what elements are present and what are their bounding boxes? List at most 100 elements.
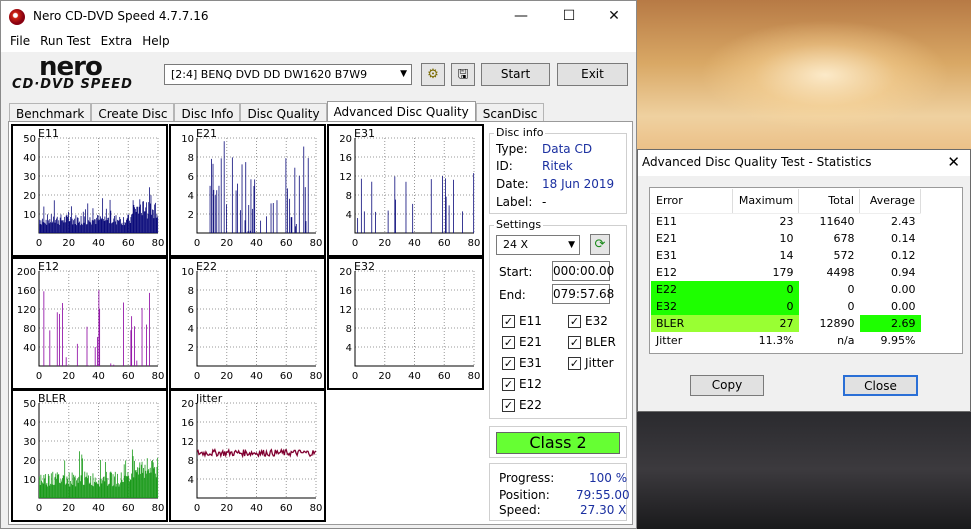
chart-title: E11: [38, 127, 59, 140]
checkbox-e22[interactable]: ✓ E22: [502, 398, 542, 412]
bar-e11: [51, 222, 53, 233]
minimize-button[interactable]: —: [498, 1, 544, 32]
bar-bler: [107, 485, 109, 498]
bar-e11: [142, 201, 144, 233]
id-value: Ritek: [542, 159, 573, 173]
bar-e11: [70, 216, 72, 233]
menu-file[interactable]: File: [5, 32, 35, 52]
start-time-input[interactable]: 000:00.00: [552, 261, 614, 281]
statistics-title-bar[interactable]: Advanced Disc Quality Test - Statistics …: [638, 150, 970, 176]
bar-e11: [139, 199, 141, 233]
tab-disc-info[interactable]: Disc Info: [174, 103, 241, 123]
disc-eject-button[interactable]: ⚙: [421, 63, 445, 86]
tab-scandisc[interactable]: ScanDisc: [475, 103, 545, 123]
check-icon: ✓: [502, 356, 515, 370]
x-tick-label: 40: [250, 371, 263, 382]
bar-e11: [72, 224, 74, 233]
chart-axes: [354, 138, 474, 234]
drive-select[interactable]: [2:4] BENQ DVD DD DW1620 B7W9 ▼: [164, 64, 412, 85]
tab-create-disc[interactable]: Create Disc: [91, 103, 175, 123]
position-value: 79:55.00: [576, 488, 630, 502]
bar-bler: [117, 483, 119, 498]
title-bar[interactable]: Nero CD-DVD Speed 4.7.7.16 — ☐ ✕: [1, 1, 636, 32]
y-tick-label: 16: [339, 286, 352, 297]
bar-e12: [110, 363, 112, 366]
bar-e11: [113, 218, 115, 233]
y-tick-label: 8: [346, 324, 352, 335]
checkbox-jitter[interactable]: ✓ Jitter: [568, 356, 614, 370]
chart-e32: 4 8 12 16 20 0 20 40 60 80 E32: [327, 257, 484, 390]
bar-e11: [111, 222, 113, 233]
chart-e22: 2 4 6 8 10 0 20 40 60 80 E22: [169, 257, 326, 390]
bar-e11: [156, 214, 158, 233]
close-icon[interactable]: ✕: [947, 153, 960, 171]
bar-e12: [62, 303, 63, 366]
bar-e11: [83, 222, 85, 233]
checkbox-bler[interactable]: ✓ BLER: [568, 335, 616, 349]
start-button[interactable]: Start: [481, 63, 550, 86]
speed-select[interactable]: 24 X ▼: [496, 235, 580, 255]
tab-disc-quality[interactable]: Disc Quality: [240, 103, 327, 123]
bar-e11: [58, 220, 60, 233]
refresh-speed-button[interactable]: ⟳: [590, 234, 610, 255]
tab-benchmark[interactable]: Benchmark: [9, 103, 92, 123]
bar-e11: [155, 202, 156, 233]
speed-label: Speed:: [499, 503, 541, 517]
menu-run-test[interactable]: Run Test: [35, 32, 95, 52]
bar-bler: [40, 474, 42, 498]
x-tick-label: 60: [280, 238, 293, 249]
copy-button[interactable]: Copy: [690, 375, 764, 396]
table-row: E11 23 11640 2.43: [656, 215, 916, 229]
bar-e11: [114, 215, 115, 233]
bar-bler: [48, 475, 50, 498]
bar-bler: [154, 466, 156, 498]
menu-extra[interactable]: Extra: [96, 32, 138, 52]
bar-e11: [104, 216, 106, 233]
x-tick-label: 0: [352, 238, 358, 249]
checkbox-e31[interactable]: ✓ E31: [502, 356, 542, 370]
y-tick-label: 40: [23, 418, 36, 429]
bar-bler: [114, 476, 115, 498]
bar-bler: [89, 482, 91, 498]
close-button[interactable]: ✕: [591, 1, 637, 32]
x-tick-label: 20: [62, 238, 75, 249]
bar-e31: [448, 205, 450, 233]
bar-e11: [97, 220, 99, 233]
close-dialog-button[interactable]: Close: [843, 375, 918, 396]
bar-e21: [266, 216, 267, 233]
bar-e11: [130, 217, 132, 233]
progress-value: 100 %: [589, 471, 628, 485]
end-time-input[interactable]: 079:57.68: [552, 284, 614, 304]
bar-e11: [141, 215, 143, 233]
bar-e12: [99, 308, 101, 366]
checkbox-e12[interactable]: ✓ E12: [502, 377, 542, 391]
bar-bler: [59, 483, 61, 498]
chart-title: E31: [354, 127, 375, 140]
checkbox-e11[interactable]: ✓ E11: [502, 314, 542, 328]
bar-e11: [149, 203, 151, 233]
bar-e11: [57, 223, 59, 233]
chevron-down-icon: ▼: [400, 69, 407, 79]
save-button[interactable]: 🖫: [451, 63, 475, 86]
menu-help[interactable]: Help: [137, 32, 174, 52]
bar-e11: [85, 224, 87, 233]
bar-e31: [445, 196, 447, 233]
checkbox-e21[interactable]: ✓ E21: [502, 335, 542, 349]
checkbox-e32[interactable]: ✓ E32: [568, 314, 608, 328]
bar-e11: [85, 209, 86, 233]
maximize-button[interactable]: ☐: [546, 1, 592, 32]
check-icon: ✓: [502, 398, 515, 412]
bar-e11: [98, 215, 100, 233]
bar-e12: [65, 357, 67, 366]
bar-e11: [80, 215, 82, 233]
bar-e11: [140, 204, 141, 233]
y-tick-label: 10: [181, 134, 194, 145]
bar-bler: [73, 477, 75, 498]
tab-advanced-disc-quality[interactable]: Advanced Disc Quality: [326, 101, 476, 123]
exit-button[interactable]: Exit: [557, 63, 628, 86]
bar-e12: [43, 291, 45, 366]
bar-bler: [39, 476, 40, 498]
bar-e11: [127, 214, 129, 233]
bar-e11: [62, 220, 64, 233]
bar-e31: [462, 211, 463, 233]
